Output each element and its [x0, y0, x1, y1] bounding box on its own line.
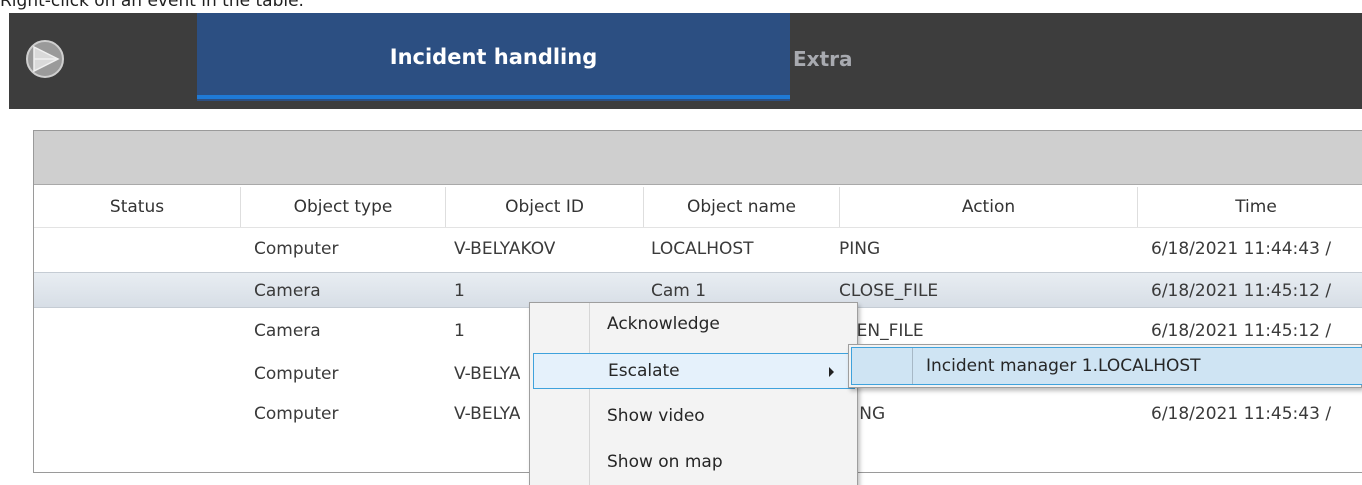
cell-object-id: 1	[454, 281, 465, 301]
menu-item-label: Acknowledge	[607, 314, 720, 334]
header-divider	[34, 227, 1362, 228]
cell-action: PING	[839, 239, 881, 259]
cell-time: 6/18/2021 11:44:43 /	[1151, 239, 1332, 259]
cell-object-id: V-BELYA	[454, 404, 521, 424]
menu-item-label: Show on map	[607, 452, 723, 472]
menu-item-escalate[interactable]: Escalate	[533, 353, 855, 389]
cell-object-type: Camera	[254, 321, 321, 341]
column-header-object-name[interactable]: Object name	[644, 187, 840, 227]
cell-time: 6/18/2021 11:45:43 /	[1151, 404, 1332, 424]
cell-object-type: Computer	[254, 239, 339, 259]
panel-header-bar	[34, 131, 1362, 185]
cell-object-id: 1	[454, 321, 465, 341]
column-header-object-id[interactable]: Object ID	[446, 187, 644, 227]
tab-incident-handling[interactable]: Incident handling	[197, 13, 790, 101]
cell-object-id: V-BELYAKOV	[454, 239, 556, 259]
cell-object-id: V-BELYA	[454, 364, 521, 384]
submenu-gutter-divider	[912, 348, 913, 384]
cell-object-name: LOCALHOST	[651, 239, 754, 259]
cell-object-type: Computer	[254, 364, 339, 384]
app-logo-icon	[26, 40, 64, 78]
submenu-item-incident-manager[interactable]: Incident manager 1.LOCALHOST	[851, 347, 1362, 385]
escalate-submenu: Incident manager 1.LOCALHOST	[848, 344, 1362, 388]
menu-item-show-video[interactable]: Show video	[533, 399, 855, 435]
column-header-time[interactable]: Time	[1138, 187, 1362, 227]
submenu-arrow-icon	[829, 367, 834, 377]
cell-time: 6/18/2021 11:45:12 /	[1151, 281, 1332, 301]
column-header-object-type[interactable]: Object type	[241, 187, 446, 227]
menu-item-label: Show video	[607, 406, 705, 426]
submenu-item-label: Incident manager 1.LOCALHOST	[926, 356, 1201, 376]
context-menu: Acknowledge Escalate Show video Show on …	[529, 302, 858, 485]
instruction-caption: Right-click on an event in the table.	[0, 0, 304, 11]
column-header-status[interactable]: Status	[34, 187, 241, 227]
menu-item-show-on-map[interactable]: Show on map	[533, 445, 855, 481]
cell-object-type: Computer	[254, 404, 339, 424]
top-navigation-bar: Incident handling Extra	[9, 13, 1362, 109]
menu-item-label: Escalate	[608, 361, 680, 381]
tab-extra[interactable]: Extra	[793, 47, 852, 71]
table-row[interactable]: Computer V-BELYAKOV LOCALHOST PING 6/18/…	[34, 231, 1362, 267]
column-header-action[interactable]: Action	[840, 187, 1138, 227]
menu-item-acknowledge[interactable]: Acknowledge	[533, 307, 855, 343]
active-tab-indicator	[197, 95, 790, 99]
cell-object-type: Camera	[254, 281, 321, 301]
